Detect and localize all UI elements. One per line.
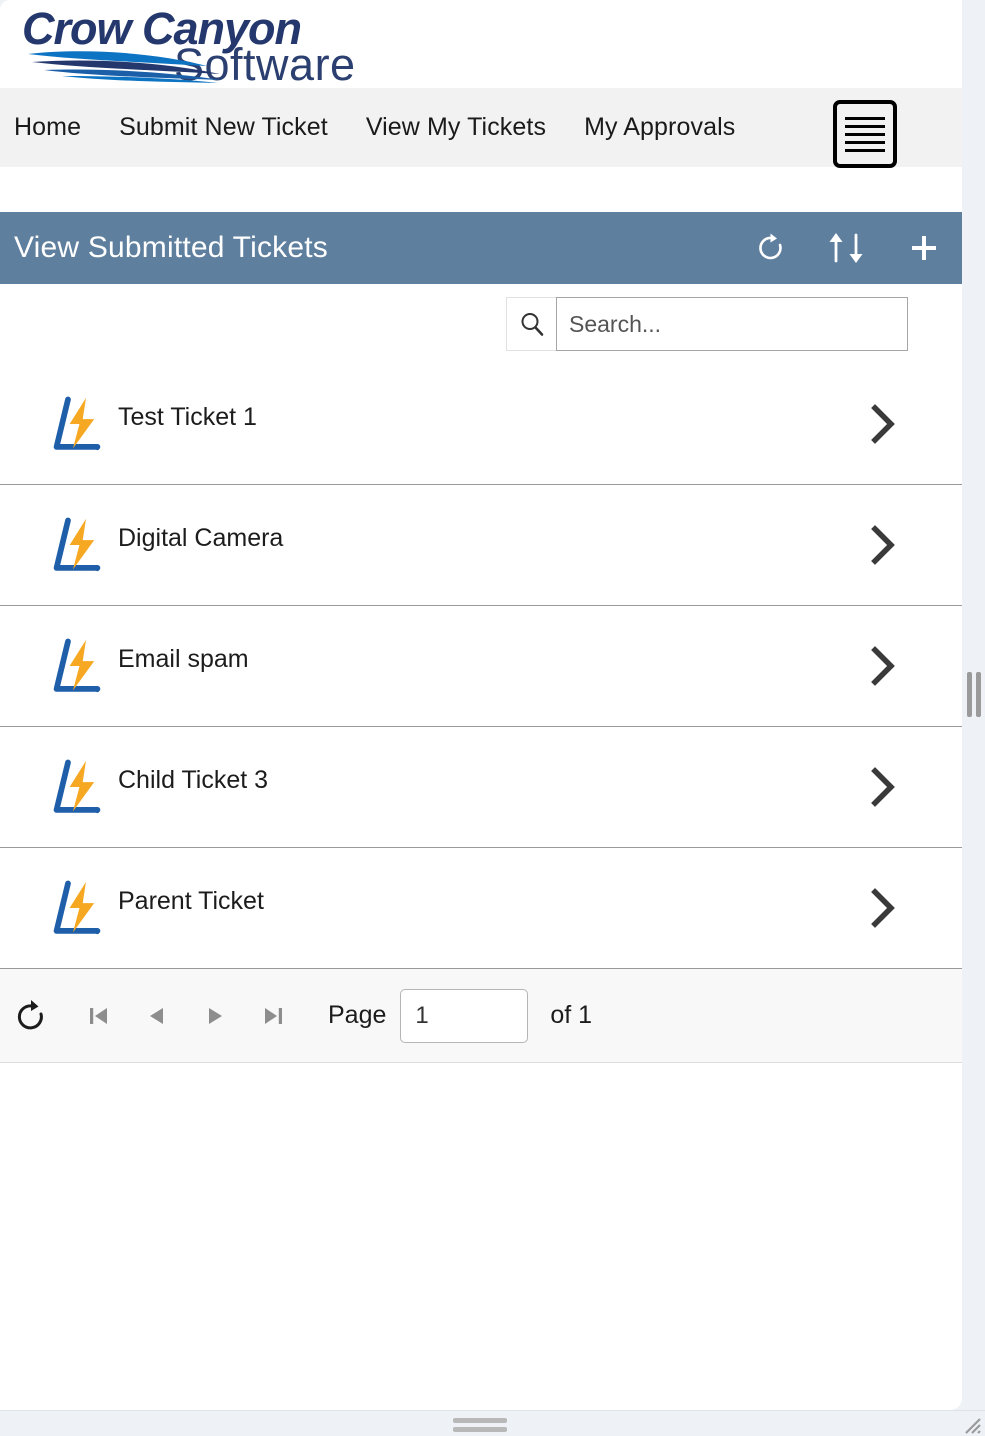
hamburger-icon-line	[845, 124, 885, 128]
refresh-icon	[759, 233, 782, 260]
nav-content-spacer	[0, 167, 962, 212]
table-row[interactable]: Email spam	[0, 606, 962, 727]
app-panel: Crow Canyon Software Home Submit New Tic…	[0, 0, 962, 1410]
open-ticket-button[interactable]	[868, 524, 940, 566]
scrollbar-grip[interactable]	[967, 672, 981, 717]
empty-content-area	[0, 1063, 962, 1410]
refresh-icon	[17, 999, 43, 1029]
search-row	[0, 284, 962, 364]
chevron-right-icon	[871, 888, 895, 928]
browser-viewport: Crow Canyon Software Home Submit New Tic…	[0, 0, 985, 1436]
ticket-icon-cell	[12, 509, 104, 581]
first-page-icon	[90, 1007, 107, 1024]
page-number-input[interactable]	[400, 988, 529, 1043]
open-ticket-button[interactable]	[868, 887, 940, 929]
lightning-ticket-icon	[53, 517, 101, 572]
ticket-icon-cell	[12, 751, 104, 823]
search-button[interactable]	[506, 297, 556, 351]
page-title: View Submitted Tickets	[14, 231, 328, 264]
open-ticket-button[interactable]	[868, 645, 940, 687]
add-icon	[912, 236, 936, 260]
open-ticket-button[interactable]	[868, 403, 940, 445]
lightning-ticket-icon	[53, 638, 101, 693]
bottom-resize-bar[interactable]	[0, 1410, 985, 1436]
logo-band: Crow Canyon Software	[0, 0, 962, 88]
next-page-icon	[209, 1007, 222, 1024]
last-page-button[interactable]	[244, 1003, 302, 1029]
nav-item-home[interactable]: Home	[14, 113, 81, 142]
pager-refresh-button[interactable]	[16, 999, 48, 1033]
pagination-bar: Page of 1	[0, 969, 962, 1063]
refresh-button[interactable]	[756, 232, 786, 264]
sort-button[interactable]	[824, 231, 870, 265]
next-page-button[interactable]	[186, 1003, 244, 1029]
lightning-ticket-icon	[53, 759, 101, 814]
last-page-icon	[265, 1007, 282, 1024]
first-page-button[interactable]	[70, 1003, 128, 1029]
main-navigation: Home Submit New Ticket View My Tickets M…	[0, 88, 962, 168]
ticket-title: Parent Ticket	[118, 886, 264, 915]
previous-page-icon	[150, 1007, 163, 1024]
scrollbar-grip-bar	[967, 672, 972, 717]
table-row[interactable]: Child Ticket 3	[0, 727, 962, 848]
resize-grip-bar	[453, 1418, 507, 1423]
ticket-list: Test Ticket 1 Digital Camera Email spam …	[0, 364, 962, 969]
ticket-title: Email spam	[118, 644, 249, 673]
section-header: View Submitted Tickets	[0, 212, 962, 284]
logo-container[interactable]: Crow Canyon Software	[0, 0, 495, 88]
section-header-actions	[756, 231, 940, 265]
ticket-title: Test Ticket 1	[118, 402, 257, 431]
chevron-right-icon	[871, 767, 895, 807]
search-container	[506, 297, 908, 351]
chevron-right-icon	[871, 646, 895, 686]
chevron-right-icon	[871, 404, 895, 444]
page-total-label: of 1	[550, 1001, 593, 1029]
hamburger-icon-line	[845, 148, 885, 152]
hamburger-icon-line	[845, 140, 885, 144]
nav-item-view-my-tickets[interactable]: View My Tickets	[366, 113, 546, 142]
hamburger-icon-line	[845, 116, 885, 120]
hamburger-icon-line	[845, 132, 885, 136]
corner-resize-grip-icon[interactable]	[959, 1412, 981, 1434]
search-icon	[521, 313, 543, 336]
chevron-right-icon	[871, 525, 895, 565]
table-row[interactable]: Parent Ticket	[0, 848, 962, 969]
search-input[interactable]	[556, 297, 908, 351]
ticket-icon-cell	[12, 630, 104, 702]
nav-item-submit-new-ticket[interactable]: Submit New Ticket	[119, 113, 328, 142]
crow-canyon-software-logo: Crow Canyon Software	[22, 4, 355, 84]
ticket-title: Child Ticket 3	[118, 765, 269, 794]
sort-icon	[829, 233, 863, 263]
resize-grip-bar	[453, 1427, 507, 1432]
table-row[interactable]: Digital Camera	[0, 485, 962, 606]
add-button[interactable]	[908, 232, 940, 264]
horizontal-resize-grip[interactable]	[453, 1418, 507, 1432]
ticket-title: Digital Camera	[118, 523, 284, 552]
hamburger-menu-button[interactable]	[833, 100, 897, 168]
vertical-scrollbar[interactable]	[962, 0, 985, 1410]
lightning-ticket-icon	[53, 396, 101, 451]
table-row[interactable]: Test Ticket 1	[0, 364, 962, 485]
ticket-icon-cell	[12, 872, 104, 944]
lightning-ticket-icon	[53, 880, 101, 935]
previous-page-button[interactable]	[128, 1003, 186, 1029]
nav-item-my-approvals[interactable]: My Approvals	[584, 113, 735, 142]
scrollbar-grip-bar	[976, 672, 981, 717]
ticket-icon-cell	[12, 388, 104, 460]
open-ticket-button[interactable]	[868, 766, 940, 808]
page-label: Page	[328, 1001, 387, 1029]
